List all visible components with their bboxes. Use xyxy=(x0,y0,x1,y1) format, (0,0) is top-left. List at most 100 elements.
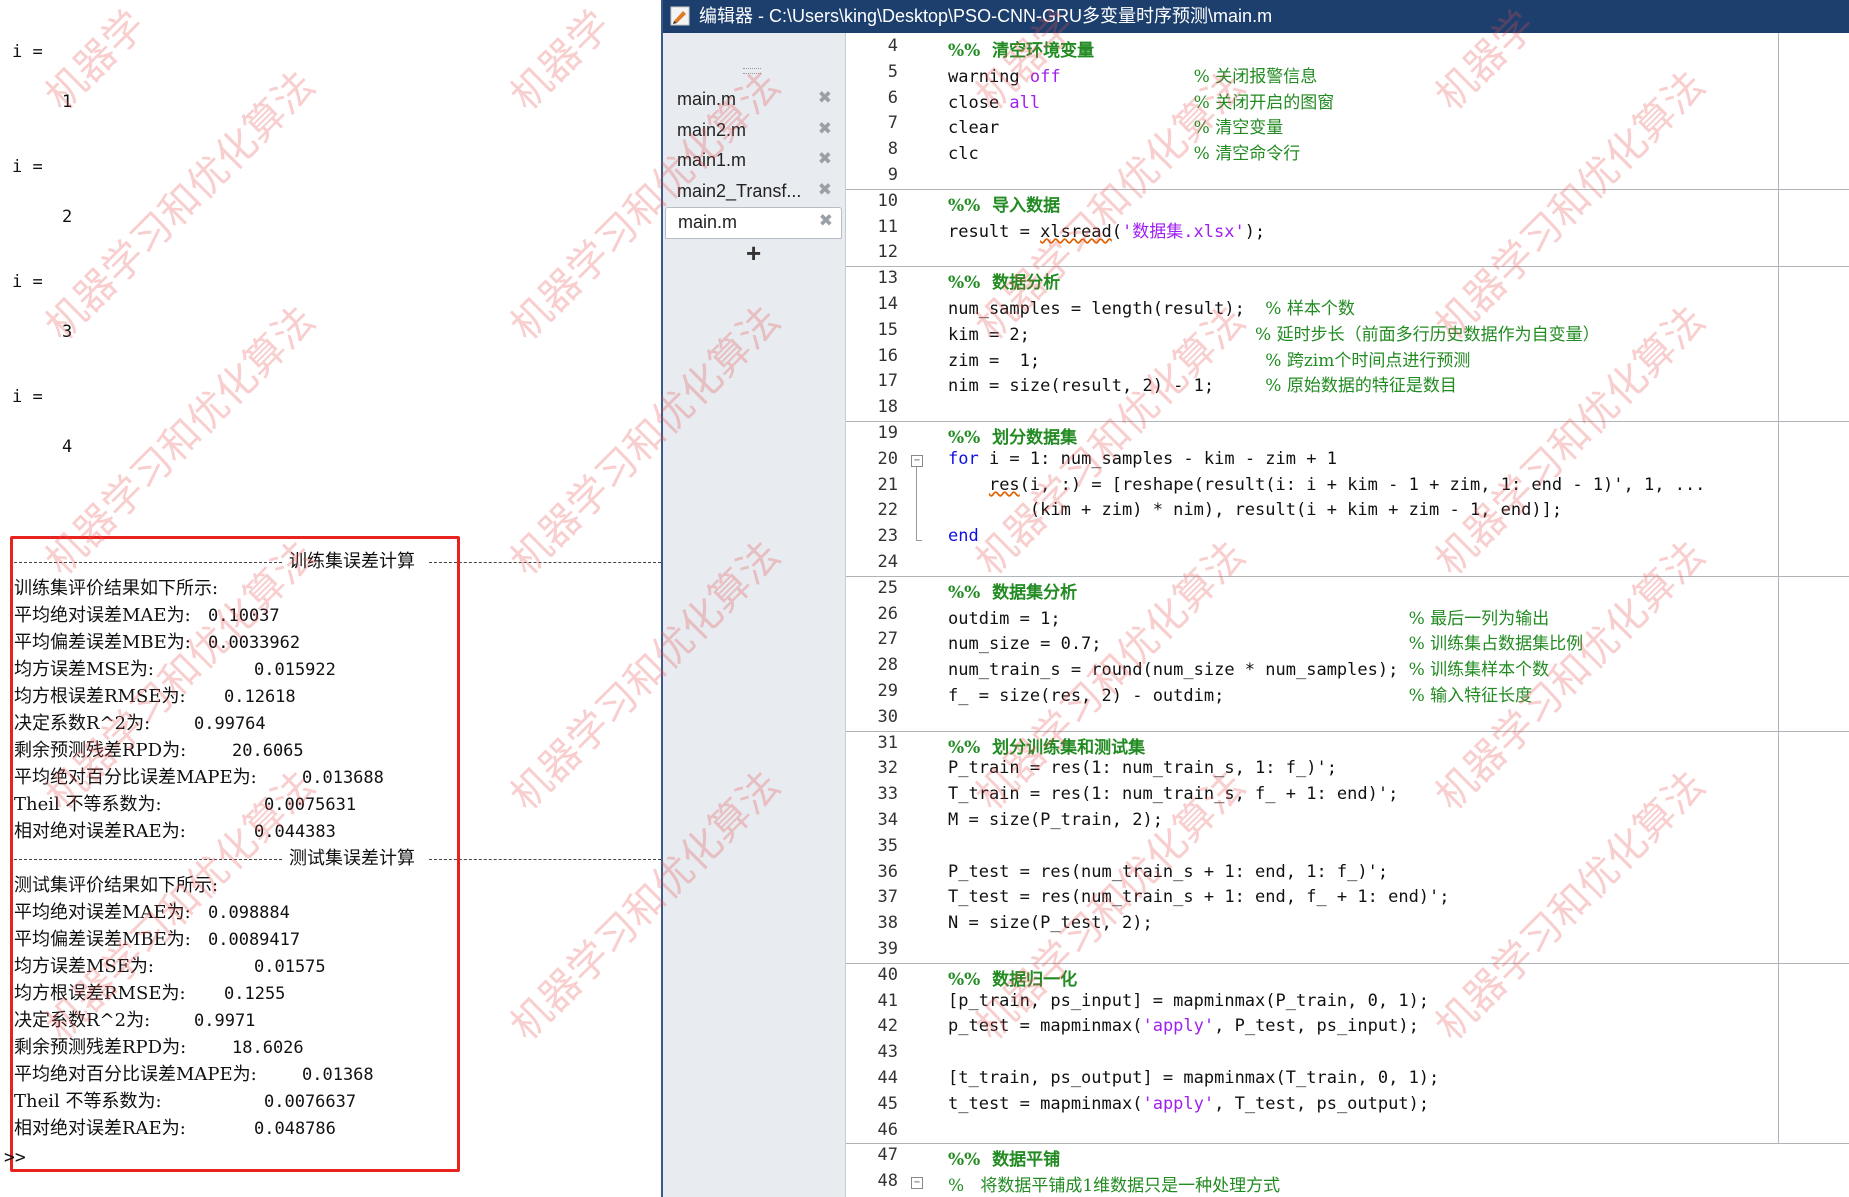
cell-title: %% 划分数据集 xyxy=(948,428,1078,448)
cell-edge xyxy=(1778,962,1779,1144)
line-number: 17 xyxy=(877,371,898,392)
code-line[interactable]: close all % 关闭开启的图窗 xyxy=(948,88,1334,113)
code-keyword: for xyxy=(948,448,979,469)
code-area[interactable]: %% 清空环境变量 warning off % 关闭报警信息 close all %… xyxy=(926,33,1849,1197)
code-line[interactable]: kim = 2; % 延时步长（前面多行历史数据作为自变量） xyxy=(948,320,1600,345)
code-line[interactable]: %% 数据集分析 xyxy=(948,578,1077,603)
code-text: ); xyxy=(1244,221,1266,242)
code-line[interactable]: num_samples = length(result); % 样本个数 xyxy=(948,294,1355,319)
file-tab-label: main.m xyxy=(677,89,737,109)
code-line[interactable]: %% 数据平铺 xyxy=(948,1145,1060,1170)
code-string: all xyxy=(1009,92,1041,113)
tab-strip-grip[interactable] xyxy=(743,68,761,74)
loop-var-label: i = xyxy=(12,42,43,62)
code-line[interactable]: T_test = res(num_train_s + 1: end, f_ + … xyxy=(948,887,1450,907)
code-line[interactable]: P_test = res(num_train_s + 1: end, 1: f_… xyxy=(948,862,1388,882)
cell-divider xyxy=(846,188,1849,190)
code-line[interactable]: num_train_s = round(num_size * num_sampl… xyxy=(948,655,1549,680)
close-tab-icon[interactable]: ✖ xyxy=(818,119,832,139)
code-comment: % 训练集样本个数 xyxy=(1408,660,1550,681)
line-number: 38 xyxy=(877,913,898,934)
editor-titlebar: 编辑器 - C:\Users\king\Desktop\PSO-CNN-GRU多… xyxy=(663,0,1849,33)
close-tab-icon[interactable]: ✖ xyxy=(818,149,832,169)
code-line[interactable]: num_size = 0.7; % 训练集占数据集比例 xyxy=(948,629,1583,654)
code-line[interactable]: zim = 1; % 跨zim个时间点进行预测 xyxy=(948,346,1470,371)
line-number: 14 xyxy=(877,294,898,314)
line-number: 16 xyxy=(877,345,898,366)
file-tab[interactable]: main.m ✖ xyxy=(665,207,842,239)
code-comment: % 最后一列为输出 xyxy=(1408,608,1550,629)
code-line[interactable]: %% 数据归一化 xyxy=(948,965,1077,990)
code-line[interactable]: f_ = size(res, 2) - outdim; % 输入特征长度 xyxy=(948,681,1532,706)
code-line[interactable]: end xyxy=(948,526,979,546)
line-number: 22 xyxy=(877,500,898,521)
code-line[interactable]: T_train = res(1: num_train_s, f_ + 1: en… xyxy=(948,784,1398,804)
line-number: 15 xyxy=(877,319,898,340)
file-tab[interactable]: main1.m ✖ xyxy=(665,146,840,176)
code-line[interactable]: result = xlsread('数据集.xlsx'); xyxy=(948,217,1265,242)
code-comment: % 输入特征长度 xyxy=(1408,686,1533,706)
close-tab-icon[interactable]: ✖ xyxy=(819,211,833,231)
line-number: 36 xyxy=(877,861,898,882)
code-line[interactable]: t_test = mapminmax('apply', T_test, ps_o… xyxy=(948,1094,1429,1114)
command-prompt[interactable]: >> xyxy=(4,1147,26,1168)
code-line[interactable]: %% 划分数据集 xyxy=(948,423,1077,448)
code-line[interactable]: %% 清空环境变量 xyxy=(948,36,1094,61)
code-line[interactable]: [t_train, ps_output] = mapminmax(T_train… xyxy=(948,1068,1439,1088)
code-line[interactable]: res(i, :) = [reshape(result(i: i + kim -… xyxy=(948,475,1705,495)
code-line[interactable]: for i = 1: num_samples - kim - zim + 1 xyxy=(948,449,1337,469)
add-tab-button[interactable]: + xyxy=(746,238,761,269)
code-text: zim = 1; xyxy=(948,350,1266,371)
code-line[interactable]: [p_train, ps_input] = mapminmax(P_train,… xyxy=(948,991,1429,1011)
loop-var-label: i = xyxy=(12,272,43,292)
code-line[interactable]: %% 导入数据 xyxy=(948,191,1060,216)
fold-toggle-icon[interactable]: − xyxy=(911,1177,923,1190)
code-line[interactable]: p_test = mapminmax('apply', P_test, ps_i… xyxy=(948,1016,1419,1036)
file-tab[interactable]: main.m ✖ xyxy=(665,85,840,115)
code-line[interactable]: (kim + zim) * nim), result(i + kim + zim… xyxy=(948,500,1562,520)
code-line[interactable]: P_train = res(1: num_train_s, 1: f_)'; xyxy=(948,758,1337,778)
code-text: i = 1: num_samples - kim - zim + 1 xyxy=(978,448,1337,469)
code-comment: % 清空命令行 xyxy=(1193,144,1301,165)
code-line[interactable]: nim = size(result, 2) - 1; % 原始数据的特征是数目 xyxy=(948,371,1457,396)
code-text: [t_train, ps_output] = mapminmax(T_train… xyxy=(948,1068,1440,1088)
loop-var-label: i = xyxy=(12,387,43,407)
code-line[interactable]: %% 划分训练集和测试集 xyxy=(948,733,1145,758)
line-number: 29 xyxy=(877,681,898,701)
cell-title: %% 划分训练集和测试集 xyxy=(948,737,1146,758)
file-tab[interactable]: main2_Transf... ✖ xyxy=(665,177,840,207)
line-number: 41 xyxy=(877,990,898,1011)
code-text: [p_train, ps_input] = mapminmax(P_train,… xyxy=(948,990,1430,1011)
code-line[interactable]: clc % 清空命令行 xyxy=(948,139,1300,164)
code-line[interactable]: % 将数据平铺成1维数据只是一种处理方式 xyxy=(948,1171,1280,1196)
code-string: off xyxy=(1029,66,1061,87)
line-number: 45 xyxy=(877,1093,898,1114)
matlab-editor-icon xyxy=(670,6,690,26)
file-tab[interactable]: main2.m ✖ xyxy=(665,116,840,146)
cell-divider xyxy=(846,730,1849,732)
code-line[interactable]: M = size(P_train, 2); xyxy=(948,810,1163,830)
fold-guide-end xyxy=(916,540,922,542)
code-line[interactable]: outdim = 1; % 最后一列为输出 xyxy=(948,604,1549,629)
line-number: 37 xyxy=(877,887,898,908)
code-comment: % 样本个数 xyxy=(1265,299,1355,319)
separator-dash xyxy=(429,562,661,563)
code-string: 'apply' xyxy=(1142,1093,1215,1114)
line-number: 30 xyxy=(877,706,898,727)
fold-guide xyxy=(916,466,917,541)
close-tab-icon[interactable]: ✖ xyxy=(818,180,832,200)
fold-toggle-icon[interactable]: − xyxy=(911,454,923,467)
code-line[interactable]: clear % 清空变量 xyxy=(948,113,1283,138)
line-number: 24 xyxy=(877,552,898,572)
line-number: 40 xyxy=(877,964,898,985)
cell-title: %% 清空环境变量 xyxy=(948,41,1095,61)
code-line[interactable]: warning off % 关闭报警信息 xyxy=(948,62,1317,87)
close-tab-icon[interactable]: ✖ xyxy=(818,88,832,108)
code-line[interactable]: N = size(P_test, 2); xyxy=(948,913,1153,933)
code-line[interactable]: %% 数据分析 xyxy=(948,268,1060,293)
cell-title: %% 数据归一化 xyxy=(948,969,1078,990)
file-tab-label: main2.m xyxy=(677,119,747,140)
command-window[interactable]: i = 1 i = 2 i = 3 i = 4 训练集误差计算 训练集评价结果如下所示: 平均绝对… xyxy=(0,0,661,1197)
